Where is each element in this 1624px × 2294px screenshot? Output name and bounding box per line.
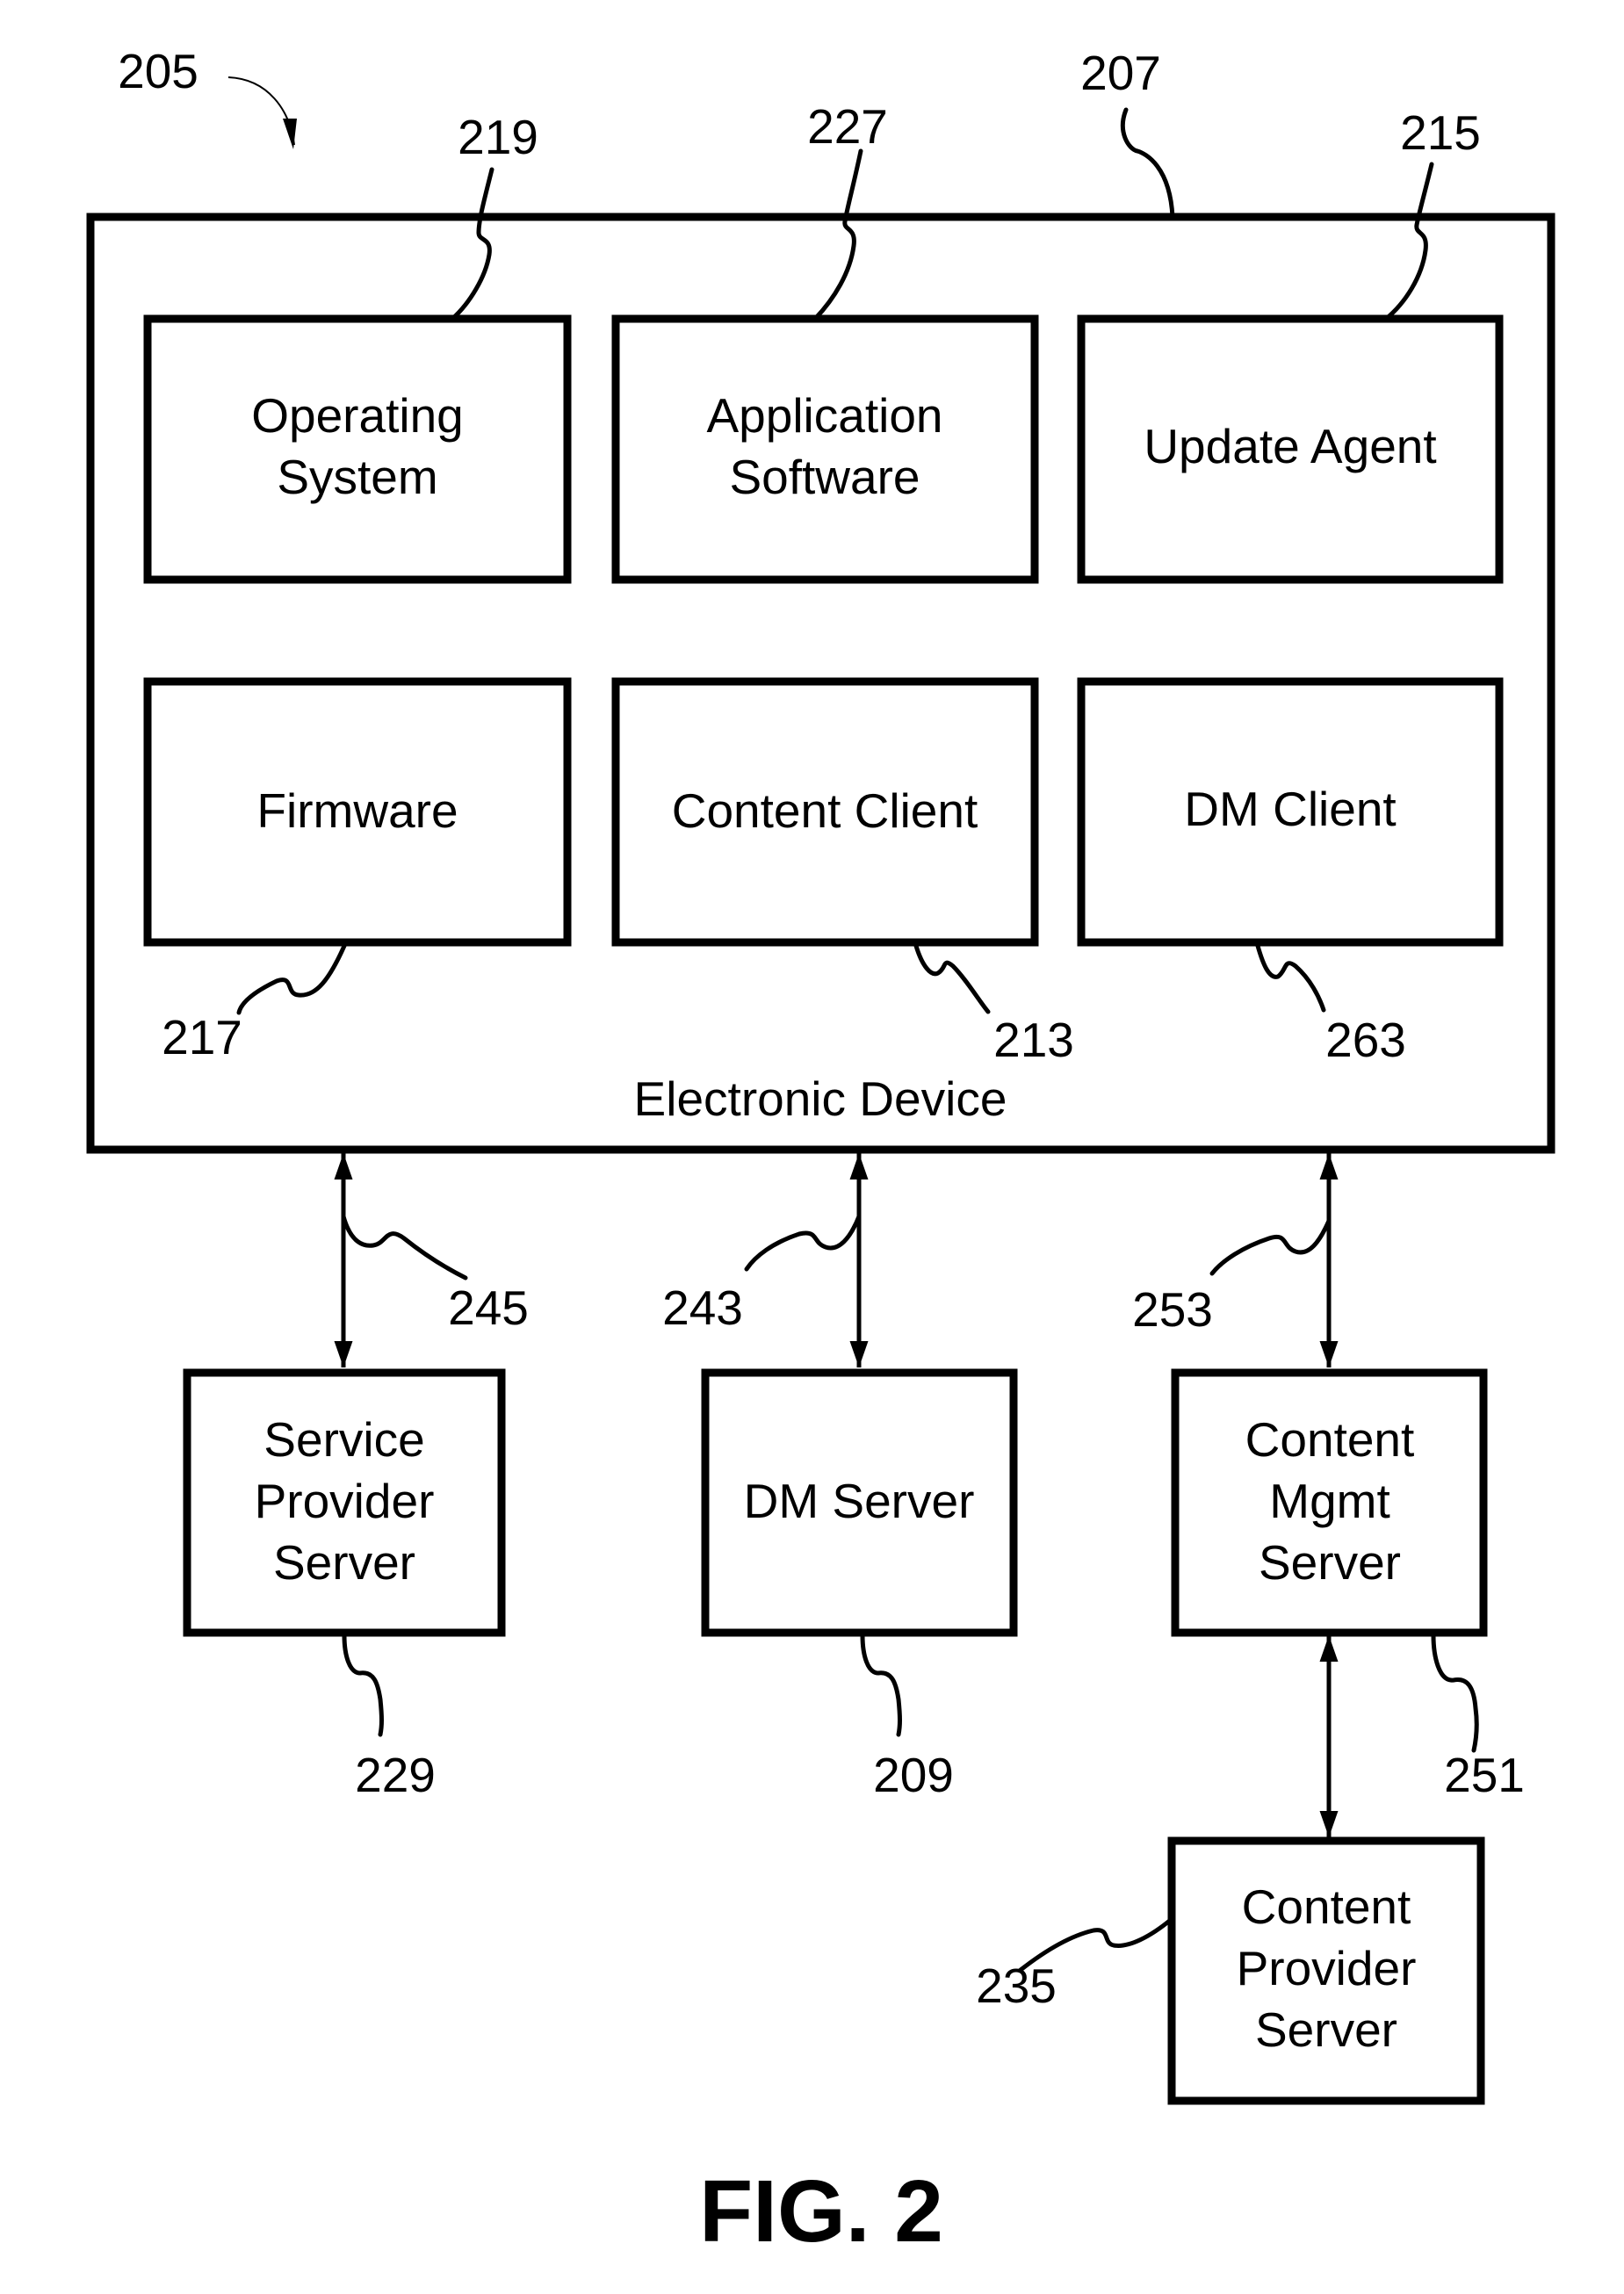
application-software-line1: Application xyxy=(706,388,942,443)
dm-client-box: DM Client xyxy=(1077,677,1504,947)
service-provider-ref: 229 xyxy=(355,1748,436,1802)
operating-system-line1: Operating xyxy=(251,388,464,443)
dm-client-ref: 263 xyxy=(1325,1013,1406,1067)
link-253-leader xyxy=(1209,1218,1332,1276)
electronic-device-ref: 207 xyxy=(1080,46,1161,100)
dm-server-box: DM Server xyxy=(701,1368,1018,1637)
firmware-ref: 217 xyxy=(162,1010,242,1064)
content-mgmt-line2: Mgmt xyxy=(1269,1474,1390,1528)
link-245-leader xyxy=(341,1214,468,1280)
content-provider-line2: Provider xyxy=(1237,1941,1417,1995)
link-243-ref: 243 xyxy=(662,1280,743,1335)
firmware-box: Firmware xyxy=(143,677,572,947)
electronic-device-leader xyxy=(1120,107,1175,220)
application-software-box: Application Software xyxy=(611,314,1039,584)
update-agent-ref: 215 xyxy=(1400,105,1481,160)
figure-caption: FIG. 2 xyxy=(699,2162,943,2261)
content-provider-line1: Content xyxy=(1242,1879,1411,1934)
link-245-ref: 245 xyxy=(448,1280,529,1335)
operating-system-box: Operating System xyxy=(143,314,572,584)
content-provider-server-box: Content Provider Server xyxy=(1167,1836,1485,2105)
diagram-canvas: 205 Electronic Device 207 Operating Syst… xyxy=(86,44,1555,2261)
link-253-ref: 253 xyxy=(1132,1282,1213,1337)
application-software-line2: Software xyxy=(729,450,920,504)
service-provider-line2: Provider xyxy=(255,1474,435,1528)
content-provider-line3: Server xyxy=(1255,2002,1397,2057)
update-agent-label: Update Agent xyxy=(1144,419,1436,473)
content-mgmt-line1: Content xyxy=(1245,1412,1415,1467)
content-mgmt-leader xyxy=(1431,1633,1479,1753)
service-provider-line3: Server xyxy=(273,1535,415,1590)
content-provider-ref: 235 xyxy=(976,1959,1057,2013)
dm-server-label: DM Server xyxy=(744,1474,975,1528)
content-mgmt-line3: Server xyxy=(1259,1535,1401,1590)
dm-server-ref: 209 xyxy=(873,1748,954,1802)
service-provider-line1: Service xyxy=(263,1412,424,1467)
dm-client-label: DM Client xyxy=(1184,782,1396,836)
dm-server-leader xyxy=(860,1633,902,1737)
electronic-device-label: Electronic Device xyxy=(634,1071,1007,1126)
content-client-ref: 213 xyxy=(993,1013,1074,1067)
content-client-box: Content Client xyxy=(611,677,1039,947)
system-ref-label: 205 xyxy=(118,44,198,98)
application-software-ref: 227 xyxy=(807,99,888,154)
service-provider-leader xyxy=(342,1633,384,1737)
firmware-label: Firmware xyxy=(256,783,458,838)
update-agent-box: Update Agent xyxy=(1077,314,1504,584)
operating-system-line2: System xyxy=(277,450,437,504)
content-client-label: Content Client xyxy=(672,783,978,838)
link-243-leader xyxy=(744,1214,862,1272)
content-mgmt-ref: 251 xyxy=(1444,1748,1525,1802)
content-mgmt-server-box: Content Mgmt Server xyxy=(1171,1368,1488,1637)
operating-system-ref: 219 xyxy=(458,110,538,164)
system-ref-arrow xyxy=(227,76,295,146)
service-provider-server-box: Service Provider Server xyxy=(183,1368,506,1637)
